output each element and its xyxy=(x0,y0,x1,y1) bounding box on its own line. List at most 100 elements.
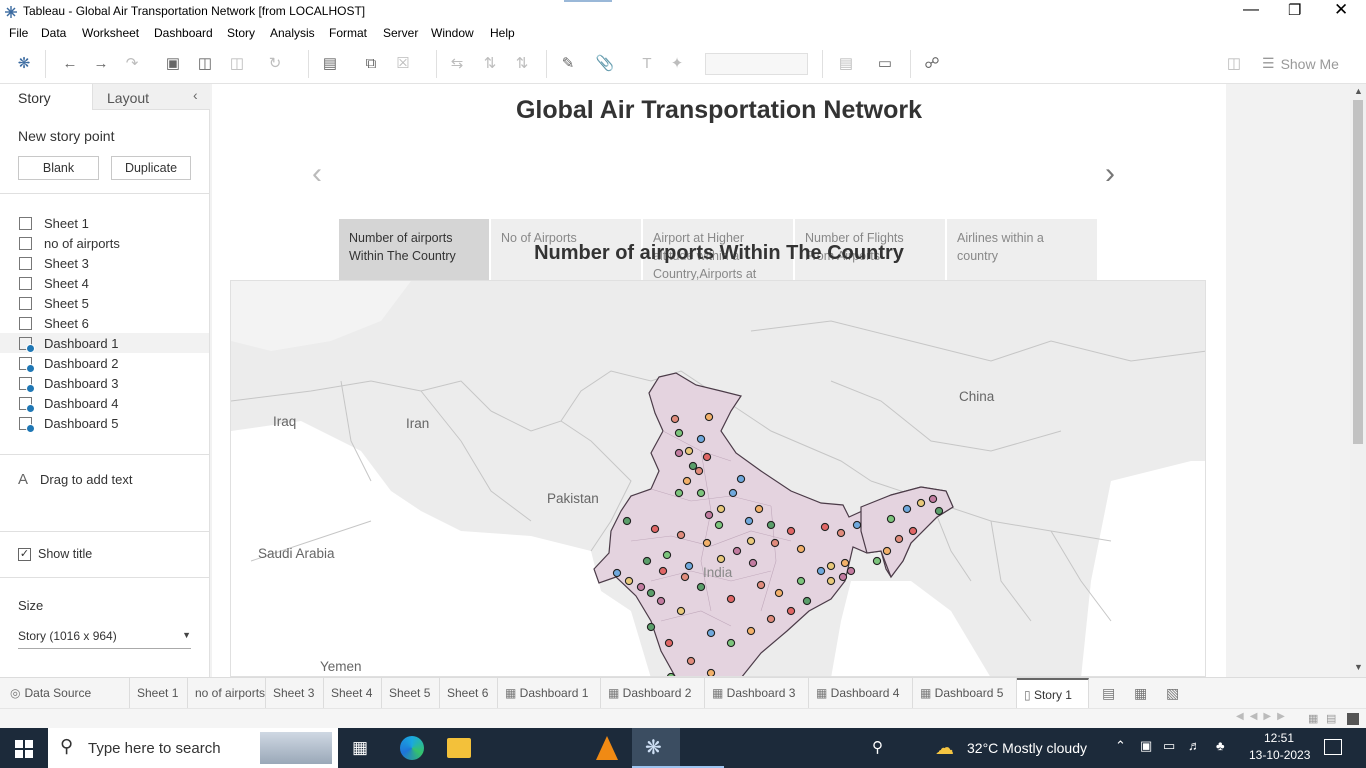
format-painter-icon[interactable]: ◫ xyxy=(1224,55,1244,73)
airport-marker[interactable] xyxy=(642,556,652,566)
tableau-taskbar-button[interactable]: ❋ xyxy=(632,728,680,768)
show-title-checkbox[interactable]: ✓ Show title xyxy=(18,544,92,564)
clear-sheet-icon[interactable]: ☒ xyxy=(393,55,413,73)
sheet-tab[interactable]: Sheet 5 xyxy=(382,678,440,708)
story-sheet-item[interactable]: no of airports xyxy=(0,233,209,253)
airport-marker[interactable] xyxy=(688,461,698,471)
airport-marker[interactable] xyxy=(826,561,836,571)
windows-start-icon[interactable] xyxy=(15,740,33,758)
new-data-source-icon[interactable]: ◫ xyxy=(195,55,215,73)
airport-marker[interactable] xyxy=(702,538,712,548)
story-dashboard-item[interactable]: Dashboard 5 xyxy=(0,413,209,433)
airport-marker[interactable] xyxy=(882,546,892,556)
menu-data[interactable]: Data xyxy=(41,26,66,40)
airport-marker[interactable] xyxy=(686,656,696,666)
airport-marker[interactable] xyxy=(786,526,796,536)
airport-marker[interactable] xyxy=(674,428,684,438)
label-icon[interactable]: T xyxy=(637,55,657,73)
taskbar-search[interactable]: ⚲ Type here to search xyxy=(48,728,338,768)
airport-marker[interactable] xyxy=(908,526,918,536)
airport-marker[interactable] xyxy=(928,494,938,504)
airport-marker[interactable] xyxy=(674,448,684,458)
new-dashboard-tab-icon[interactable]: ▦ xyxy=(1134,685,1147,702)
airport-marker[interactable] xyxy=(624,576,634,586)
menu-story[interactable]: Story xyxy=(227,26,255,40)
highlight-icon[interactable]: ✎ xyxy=(558,55,578,73)
new-story-tab-icon[interactable]: ▧ xyxy=(1166,685,1179,702)
tab-nav-icons[interactable]: ◀◀▶▶ xyxy=(1236,711,1291,722)
airport-marker[interactable] xyxy=(684,446,694,456)
sheet-tab[interactable]: Sheet 4 xyxy=(324,678,382,708)
input-language-icon[interactable]: ♣ xyxy=(1216,738,1225,753)
airport-marker[interactable] xyxy=(744,516,754,526)
airport-marker[interactable] xyxy=(902,504,912,514)
task-view-icon[interactable]: ▦ xyxy=(352,738,368,758)
group-icon[interactable]: 📎 xyxy=(595,55,615,73)
filmstrip-icon[interactable]: ▦ xyxy=(1308,712,1318,725)
new-worksheet-tab-icon[interactable]: ▤ xyxy=(1102,685,1115,702)
airport-marker[interactable] xyxy=(820,522,830,532)
blank-button[interactable]: Blank xyxy=(18,156,99,180)
collapse-icon[interactable]: ‹ xyxy=(193,87,198,103)
airport-marker[interactable] xyxy=(704,412,714,422)
sheet-tab[interactable]: ▦ Dashboard 3 xyxy=(705,678,809,708)
sheet-tab[interactable]: ▦ Dashboard 2 xyxy=(601,678,705,708)
airport-marker[interactable] xyxy=(662,550,672,560)
network-icon[interactable]: ▣ xyxy=(1140,738,1152,754)
scroll-down-icon[interactable]: ▼ xyxy=(1354,662,1363,672)
story-sheet-item[interactable]: Sheet 3 xyxy=(0,253,209,273)
menu-dashboard[interactable]: Dashboard xyxy=(154,26,213,40)
airport-marker[interactable] xyxy=(706,628,716,638)
pause-updates-icon[interactable]: ◫ xyxy=(227,55,247,73)
airport-marker[interactable] xyxy=(748,558,758,568)
airport-marker[interactable] xyxy=(766,614,776,624)
vertical-scrollbar[interactable]: ▲ ▼ xyxy=(1350,84,1366,677)
airport-marker[interactable] xyxy=(894,534,904,544)
airport-marker[interactable] xyxy=(622,516,632,526)
menu-file[interactable]: File xyxy=(9,26,28,40)
airport-marker[interactable] xyxy=(746,626,756,636)
show-hidden-icons-icon[interactable]: ⌃ xyxy=(1115,738,1126,754)
sort-descending-icon[interactable]: ⇅ xyxy=(512,55,532,73)
airport-marker[interactable] xyxy=(766,520,776,530)
scroll-thumb[interactable] xyxy=(1353,100,1363,444)
menu-server[interactable]: Server xyxy=(383,26,418,40)
sheet-tab[interactable]: Sheet 1 xyxy=(130,678,188,708)
tab-story[interactable]: Story xyxy=(0,84,92,110)
undo-icon[interactable]: ← xyxy=(60,55,80,73)
sheet-tab[interactable]: Sheet 3 xyxy=(266,678,324,708)
airport-marker[interactable] xyxy=(934,506,944,516)
airport-marker[interactable] xyxy=(746,536,756,546)
airport-marker[interactable] xyxy=(656,596,666,606)
sort-ascending-icon[interactable]: ⇅ xyxy=(480,55,500,73)
swap-icon[interactable]: ⇆ xyxy=(447,55,467,73)
airport-marker[interactable] xyxy=(636,582,646,592)
airport-marker[interactable] xyxy=(716,504,726,514)
airport-marker[interactable] xyxy=(646,622,656,632)
tabs-view-icon[interactable] xyxy=(1347,713,1359,725)
sheet-tab[interactable]: ▦ Dashboard 5 xyxy=(913,678,1017,708)
airport-marker[interactable] xyxy=(658,566,668,576)
vlc-icon[interactable] xyxy=(596,736,618,760)
share-icon[interactable]: ☍ xyxy=(922,55,942,73)
menu-analysis[interactable]: Analysis xyxy=(270,26,315,40)
sheet-tab[interactable]: ▦ Dashboard 1 xyxy=(498,678,601,708)
airport-marker[interactable] xyxy=(696,582,706,592)
airport-marker[interactable] xyxy=(702,452,712,462)
airport-marker[interactable] xyxy=(872,556,882,566)
next-point-icon[interactable]: › xyxy=(1105,157,1115,191)
airport-marker[interactable] xyxy=(646,588,656,598)
weather-text[interactable]: 32°C Mostly cloudy xyxy=(967,740,1087,756)
airport-marker[interactable] xyxy=(650,524,660,534)
airport-marker[interactable] xyxy=(836,528,846,538)
redo-icon[interactable]: → xyxy=(91,55,111,73)
airport-marker[interactable] xyxy=(916,498,926,508)
airport-marker[interactable] xyxy=(706,668,716,676)
sheet-tab[interactable]: ▦ Dashboard 4 xyxy=(809,678,913,708)
show-me-button[interactable]: ☰ Show Me xyxy=(1262,55,1339,72)
notification-icon[interactable] xyxy=(1324,739,1342,755)
airport-marker[interactable] xyxy=(732,546,742,556)
tableau-home-icon[interactable]: ❋ xyxy=(14,55,34,73)
airport-marker[interactable] xyxy=(736,474,746,484)
airport-marker[interactable] xyxy=(674,488,684,498)
